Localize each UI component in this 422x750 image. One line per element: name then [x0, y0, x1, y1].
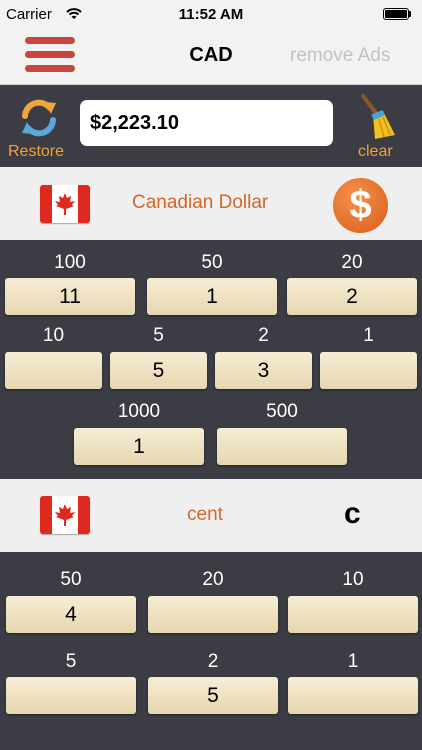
- restore-button[interactable]: Restore: [0, 85, 78, 167]
- denom-label-2: 2: [258, 325, 269, 346]
- clear-label: clear: [358, 143, 393, 160]
- clock: 11:52 AM: [178, 6, 244, 23]
- denom-label-1000: 1000: [117, 401, 161, 422]
- cent-denom-label-2: 2: [207, 651, 219, 672]
- denom-label-1: 1: [363, 325, 374, 346]
- count-field-20[interactable]: 2: [287, 278, 417, 315]
- nav-bar: CAD remove Ads: [0, 30, 422, 85]
- dollar-symbol: $: [349, 183, 372, 227]
- count-field-1000[interactable]: 1: [74, 428, 204, 465]
- toolbar: Restore $2,223.10 clear: [0, 85, 422, 167]
- cent-denom-label-10: 10: [342, 569, 364, 590]
- count-field-50[interactable]: 1: [147, 278, 277, 315]
- canada-flag-icon: [40, 496, 90, 534]
- denom-label-500: 500: [266, 401, 298, 422]
- refresh-icon: [18, 97, 60, 144]
- cent-denom-label-1: 1: [347, 651, 359, 672]
- restore-label: Restore: [8, 143, 65, 160]
- cent-denom-label-20: 20: [202, 569, 224, 590]
- battery-tip: [409, 11, 411, 17]
- denom-label-5: 5: [153, 325, 164, 346]
- cent-symbol: c: [344, 497, 361, 530]
- cent-count-field-2[interactable]: 5: [148, 677, 278, 714]
- denom-label-100: 100: [54, 252, 86, 273]
- clear-button[interactable]: clear: [345, 85, 422, 167]
- remove-ads-button[interactable]: remove Ads: [290, 45, 390, 67]
- cent-header: cent c: [0, 479, 422, 552]
- amount-field[interactable]: $2,223.10: [80, 100, 333, 146]
- count-field-2[interactable]: 3: [215, 352, 312, 389]
- cent-count-field-1[interactable]: [288, 677, 418, 714]
- cent-count-field-50[interactable]: 4: [6, 596, 136, 633]
- denom-label-10: 10: [42, 325, 65, 346]
- dollar-coin-icon: $: [333, 178, 388, 233]
- broom-icon: [353, 93, 401, 148]
- count-field-500[interactable]: [217, 428, 347, 465]
- count-field-100[interactable]: 11: [5, 278, 135, 315]
- currency-name-dollar: Canadian Dollar: [132, 192, 269, 213]
- status-bar: Carrier 11:52 AM: [0, 0, 422, 30]
- count-field-10[interactable]: [5, 352, 102, 389]
- count-field-1[interactable]: [320, 352, 417, 389]
- dollar-header: Canadian Dollar $: [0, 167, 422, 240]
- cent-count-field-10[interactable]: [288, 596, 418, 633]
- denom-label-20: 20: [341, 252, 363, 273]
- count-field-5[interactable]: 5: [110, 352, 207, 389]
- cent-denom-label-5: 5: [65, 651, 77, 672]
- cent-count-field-5[interactable]: [6, 677, 136, 714]
- canada-flag-icon: [40, 185, 90, 223]
- denom-label-50: 50: [201, 252, 223, 273]
- battery-icon: [383, 8, 409, 20]
- currency-name-cent: cent: [187, 504, 223, 525]
- cent-count-field-20[interactable]: [148, 596, 278, 633]
- cent-denom-label-50: 50: [60, 569, 82, 590]
